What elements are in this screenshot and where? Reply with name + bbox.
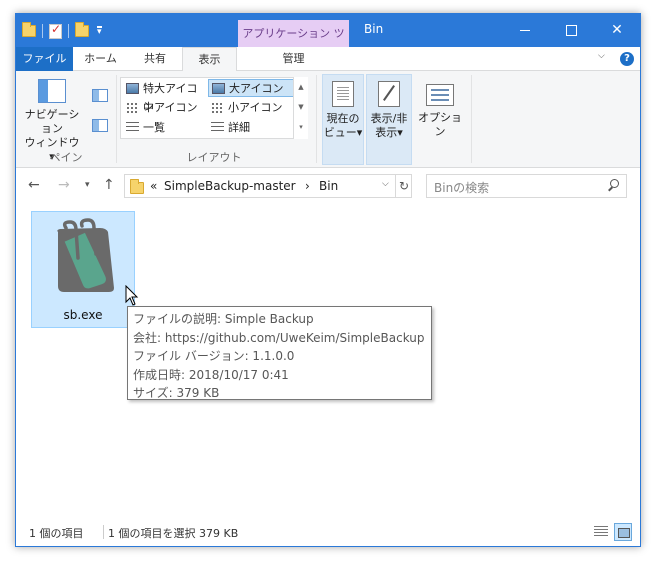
layout-item-label: 中アイコン	[143, 101, 198, 114]
group-divider	[316, 75, 317, 163]
layout-gallery: 特大アイコン 大アイコン 中アイコン 小アイコン 一覧 詳細 ▲ ▼ ▾	[120, 77, 308, 139]
details-pane-icon[interactable]	[92, 119, 108, 132]
file-item[interactable]: sb.exe	[31, 211, 135, 328]
file-view[interactable]: sb.exe ファイルの説明: Simple Backup 会社: https:…	[16, 202, 640, 519]
current-view-label: 現在の	[326, 112, 360, 125]
layout-gallery-scroll[interactable]: ▲ ▼ ▾	[293, 77, 308, 139]
forward-arrow-icon[interactable]: →	[58, 177, 70, 193]
list-icon	[126, 122, 139, 133]
help-icon[interactable]: ?	[620, 52, 634, 66]
simplebackup-app-icon	[57, 218, 114, 292]
show-hide-label-2: 表示▾	[375, 126, 403, 139]
maximize-button[interactable]	[548, 14, 594, 46]
layout-item-label: 小アイコン	[228, 101, 283, 114]
navigation-pane-label: ナビゲーション	[24, 108, 80, 135]
qat-divider	[68, 24, 69, 38]
qat-customize-icon[interactable]: ▾	[97, 26, 102, 37]
small-icons-icon	[211, 102, 224, 113]
refresh-icon[interactable]: ↻	[395, 175, 412, 197]
qat-divider	[42, 24, 43, 38]
title-bar[interactable]: ▾ アプリケーション ツール Bin ✕	[16, 14, 640, 67]
extra-large-icons-icon	[126, 83, 139, 94]
tooltip-description: ファイルの説明: Simple Backup	[133, 312, 314, 326]
current-view-label-2: ビュー▾	[323, 126, 363, 139]
tab-share[interactable]: 共有	[128, 47, 182, 71]
layout-item-label: 大アイコン	[229, 82, 284, 95]
large-icons-view-icon[interactable]	[614, 523, 632, 541]
tooltip-company: 会社: https://github.com/UweKeim/SimpleBac…	[133, 330, 425, 345]
address-bar[interactable]: « SimpleBackup-master › Bin ⌵ ↻	[124, 174, 412, 198]
navigation-pane-icon	[38, 79, 66, 103]
layout-medium-icons[interactable]: 中アイコン	[123, 99, 207, 117]
status-bar: 1 個の項目 1 個の項目を選択 379 KB	[16, 519, 640, 546]
ribbon-tab-bar: ファイル ホーム 共有 表示 管理 ⌵ ?	[16, 47, 640, 72]
layout-small-icons[interactable]: 小アイコン	[208, 99, 294, 117]
properties-icon[interactable]	[49, 22, 62, 39]
file-name: sb.exe	[63, 308, 103, 322]
chevron-down-icon[interactable]: ⌵	[598, 51, 605, 61]
tab-manage[interactable]: 管理	[238, 47, 349, 71]
breadcrumb-item[interactable]: SimpleBackup-master	[164, 179, 296, 193]
options-button[interactable]: オプション	[415, 74, 465, 139]
current-view-button[interactable]: 現在の ビュー▾	[322, 74, 364, 165]
explorer-window: ▾ アプリケーション ツール Bin ✕ ファイル ホーム 共有 表示 管理 ⌵…	[15, 13, 641, 547]
status-divider	[103, 525, 104, 539]
tooltip-created: 作成日時: 2018/10/17 0:41	[133, 367, 289, 382]
search-input[interactable]: Binの検索	[426, 174, 627, 198]
layout-item-label: 詳細	[228, 121, 250, 134]
minimize-button[interactable]	[502, 14, 548, 46]
layout-extra-large-icons[interactable]: 特大アイコン	[123, 80, 207, 113]
layout-large-icons[interactable]: 大アイコン	[208, 79, 294, 97]
status-selection: 1 個の項目を選択 379 KB	[108, 527, 239, 540]
ribbon-view: ナビゲーション ウィンドウ▾ ペイン 特大アイコン 大アイコン 中アイコン 小ア…	[16, 71, 640, 168]
large-icons-icon	[212, 83, 225, 94]
layout-details[interactable]: 詳細	[208, 119, 294, 137]
search-placeholder: Binの検索	[434, 181, 490, 195]
quick-access-toolbar: ▾	[22, 21, 102, 41]
status-item-count: 1 個の項目	[29, 527, 84, 540]
group-label-layout: レイアウト	[186, 151, 242, 164]
show-hide-label: 表示/非	[370, 112, 408, 125]
medium-icons-icon	[126, 102, 139, 113]
details-icon	[211, 122, 224, 133]
new-folder-icon[interactable]	[75, 22, 89, 37]
file-info-tooltip: ファイルの説明: Simple Backup 会社: https://githu…	[127, 306, 432, 400]
close-button[interactable]: ✕	[594, 14, 640, 46]
mouse-cursor-icon	[125, 285, 139, 306]
preview-pane-icon[interactable]	[92, 89, 108, 102]
options-icon	[426, 84, 454, 106]
layout-item-label: 一覧	[143, 121, 165, 134]
tooltip-size: サイズ: 379 KB	[133, 386, 220, 400]
tab-view[interactable]: 表示	[182, 47, 237, 72]
show-hide-button[interactable]: 表示/非 表示▾	[366, 74, 412, 165]
tab-file[interactable]: ファイル	[16, 47, 73, 71]
group-divider	[116, 75, 117, 163]
context-tab-group-label: アプリケーション ツール	[238, 20, 349, 67]
up-arrow-icon[interactable]: ↑	[103, 177, 115, 193]
address-row: ← → ▾ ↑ « SimpleBackup-master › Bin ⌵ ↻ …	[16, 168, 640, 202]
folder-icon	[22, 22, 36, 37]
back-arrow-icon[interactable]: ←	[28, 177, 40, 193]
options-label: オプション	[418, 111, 462, 138]
tab-home[interactable]: ホーム	[73, 47, 128, 71]
chevron-down-icon[interactable]: ⌵	[382, 179, 389, 189]
show-hide-icon	[378, 81, 400, 107]
recent-locations-icon[interactable]: ▾	[85, 180, 90, 190]
breadcrumb-item[interactable]: Bin	[319, 179, 338, 193]
breadcrumb-overflow[interactable]: «	[150, 179, 157, 193]
details-view-icon[interactable]	[592, 523, 610, 541]
sort-by-icon	[332, 81, 354, 107]
search-icon	[608, 179, 620, 191]
breadcrumb-separator[interactable]: ›	[305, 179, 310, 193]
folder-icon	[130, 179, 144, 194]
group-label-pane: ペイン	[49, 151, 83, 164]
group-divider	[471, 75, 472, 163]
tooltip-version: ファイル バージョン: 1.1.0.0	[133, 349, 295, 363]
window-title: Bin	[364, 22, 384, 36]
layout-list[interactable]: 一覧	[123, 119, 207, 137]
